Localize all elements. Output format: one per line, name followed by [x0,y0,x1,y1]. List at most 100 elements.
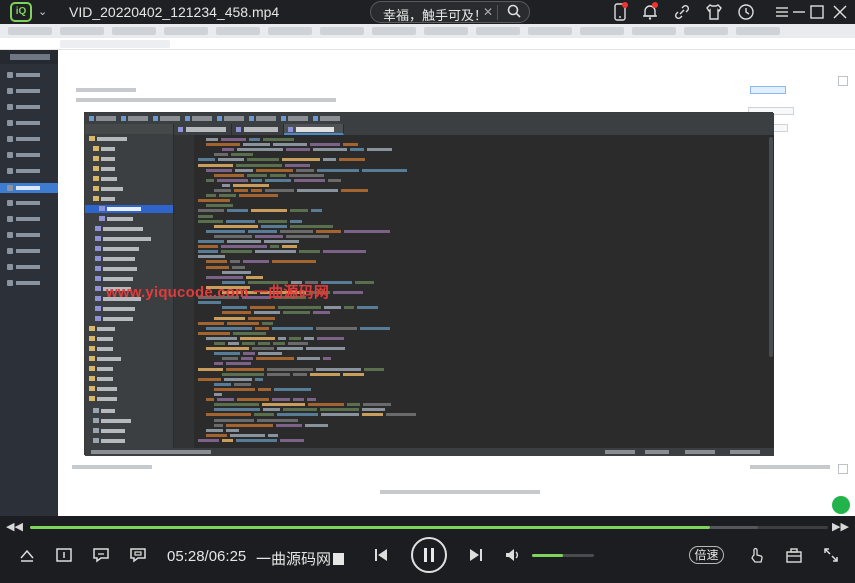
pause-button[interactable] [411,537,447,573]
code-line-segment [310,143,340,147]
video-title: VID_20220402_121234_458.mp4 [69,4,280,20]
code-line-segment [226,423,273,427]
code-line-segment [214,224,258,228]
app-logo[interactable]: iQ [10,2,32,22]
code-line-segment [272,398,290,402]
code-line-segment [214,342,225,345]
code-line-segment [320,408,359,412]
next-icon[interactable] [467,546,485,569]
recorded-admin-sidebar [0,50,58,516]
code-line-segment [241,357,253,361]
code-line-segment [258,342,270,345]
code-line-segment [198,245,218,249]
clear-icon[interactable]: ✕ [483,5,493,19]
code-line-segment [323,357,331,361]
minimize-icon[interactable] [790,3,808,21]
code-line-segment [222,357,238,361]
code-line-segment [323,250,366,254]
recorded-sidebar-item [7,88,51,94]
recorded-page-footer [58,457,855,487]
code-line-segment [267,372,290,376]
code-line-segment [290,209,308,213]
code-line-segment [206,143,240,147]
code-line-segment [214,352,240,356]
recorded-sidebar-item [7,168,51,174]
code-line-segment [206,194,216,198]
code-line-segment [237,148,283,152]
code-line-segment [273,342,285,345]
code-line-segment [282,245,297,249]
skip-back-icon[interactable]: ◀◀ [6,520,23,533]
code-line-segment [280,229,313,233]
search-text[interactable]: 幸福，触手可及！ [383,5,487,24]
code-line-segment [214,408,260,412]
recorded-tab [424,27,468,35]
code-line-segment [221,138,246,141]
code-line-segment [323,158,336,162]
mini-mode-icon[interactable] [18,546,36,569]
code-line-segment [243,352,255,356]
code-line-segment [255,250,296,254]
recorded-page-controls [750,465,830,469]
editor-tab-active [284,124,344,135]
code-line-segment [222,306,247,310]
skip-forward-icon[interactable]: ▶▶ [832,520,849,533]
chevron-down-icon[interactable]: ⌄ [38,5,47,18]
ide-editor-tabs [174,124,774,135]
clock-icon[interactable] [737,3,755,21]
menu-icon[interactable] [773,3,791,21]
fullscreen-icon[interactable] [822,546,840,569]
code-line-segment [289,336,301,340]
code-line-segment [304,336,314,340]
code-line-segment [226,428,239,432]
search-icon[interactable] [507,4,521,21]
subtitle-icon[interactable] [55,546,73,569]
search-box[interactable]: 幸福，触手可及！ ✕ [370,1,530,23]
editor-tab [174,124,232,135]
code-line-segment [248,229,277,233]
close-icon[interactable] [831,3,849,21]
total-time: 06:25 [208,548,247,565]
maximize-icon[interactable] [808,3,826,21]
phone-notification-dot [622,2,628,8]
code-line-segment [362,413,383,417]
code-line-segment [214,423,223,427]
code-line-segment [249,138,260,141]
code-line-segment [288,342,308,345]
code-line-segment [311,209,322,213]
code-line-segment [233,183,269,187]
code-line-segment [258,219,287,223]
code-line-segment [226,367,264,371]
progress-bar[interactable] [30,526,828,529]
code-line-segment [206,275,243,279]
volume-slider[interactable] [532,554,594,557]
code-line-segment [230,433,265,437]
link-icon[interactable] [673,3,691,21]
code-line-segment [227,209,248,213]
shirt-icon[interactable] [705,3,723,21]
code-line-segment [221,245,267,249]
code-line-segment [198,158,215,162]
recorded-toolbar-row [76,98,336,102]
code-line-segment [219,194,236,198]
code-line-segment [226,219,255,223]
code-line-segment [206,168,232,172]
code-line-segment [221,250,252,254]
video-frame[interactable]: www.yiqucode.com 一曲源码网 [0,24,855,516]
recorded-tab [580,27,624,35]
bell-notification-dot [652,2,658,8]
previous-icon[interactable] [372,546,390,569]
volume-icon[interactable] [504,546,522,569]
code-line-segment [282,158,320,162]
speed-button[interactable]: 倍速 [689,546,724,564]
danmaku-icon[interactable] [92,546,110,569]
screenshot-icon[interactable] [129,546,147,569]
code-line-segment [206,229,245,233]
code-line-segment [198,209,224,213]
toolbox-icon[interactable] [785,546,803,569]
code-line-segment [198,199,230,203]
gesture-icon[interactable] [748,546,766,569]
code-line-segment [268,433,278,437]
code-line-segment [262,403,305,407]
code-line-segment [350,148,364,152]
